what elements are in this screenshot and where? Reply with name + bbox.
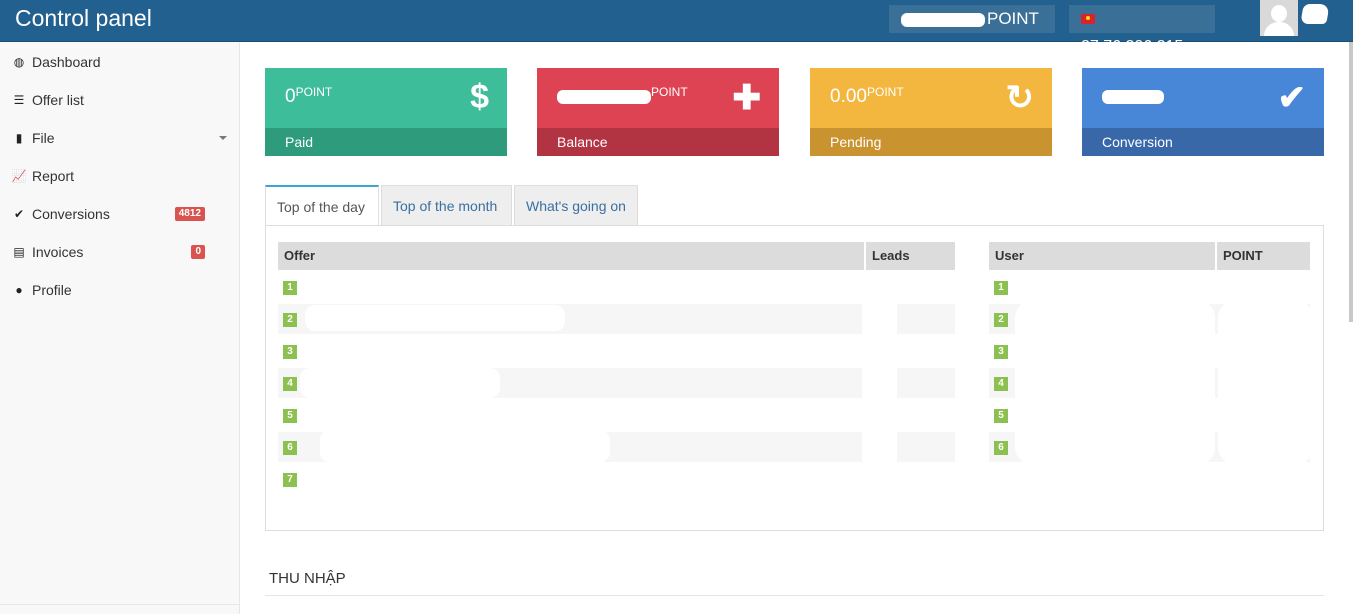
sidebar-item-label: Dashboard: [32, 54, 101, 70]
avatar-head: [1271, 5, 1287, 22]
sidebar-item-profile[interactable]: ● Profile: [0, 271, 239, 309]
dashboard-icon: ◍: [13, 55, 25, 69]
ip-address-text: 27.76.206.215: [1081, 38, 1184, 55]
rank-badge: 4: [283, 377, 297, 391]
redacted-value: [1102, 89, 1164, 104]
sidebar-item-conversions[interactable]: ✔ Conversions 4812: [0, 195, 239, 233]
redacted-offer: [300, 368, 500, 398]
redacted-username[interactable]: [1300, 4, 1330, 24]
ip-address: 27.76.206.215: [1069, 5, 1215, 55]
sidebar-item-file[interactable]: ▮ File: [0, 119, 239, 157]
vietnam-flag-icon: [1081, 13, 1095, 24]
card-top: POINT ✚: [537, 68, 779, 128]
sidebar-footer: [0, 604, 239, 614]
card-value: POINT: [557, 85, 688, 108]
avatar-body: [1264, 22, 1294, 36]
rank-badge: 6: [994, 441, 1008, 455]
user-column-header[interactable]: User: [989, 242, 1215, 270]
line-chart-icon: 📈: [11, 169, 27, 183]
list-icon: ☰: [13, 93, 25, 107]
check-icon: ✔: [1277, 79, 1307, 117]
redacted-value: [557, 89, 651, 104]
sidebar-item-offer-list[interactable]: ☰ Offer list: [0, 81, 239, 119]
tab-whats-going-on[interactable]: What's going on: [514, 185, 638, 225]
invoices-count-badge: 0: [191, 245, 205, 259]
redacted-points: [1218, 300, 1313, 465]
tab-top-of-the-day[interactable]: Top of the day: [265, 185, 379, 225]
sidebar-item-invoices[interactable]: ▤ Invoices 0: [0, 233, 239, 271]
conversions-count-badge: 4812: [174, 207, 205, 221]
refresh-icon: ↻: [1005, 79, 1035, 117]
rank-badge: 3: [283, 345, 297, 359]
caret-down-icon: [219, 136, 227, 140]
sidebar-item-label: Conversions: [32, 206, 110, 222]
top-navbar: Control panel POINT 27.76.206.215: [0, 0, 1353, 55]
sidebar-item-label: Profile: [32, 282, 72, 298]
sidebar-item-label: File: [32, 130, 55, 146]
sidebar-item-label: Offer list: [32, 92, 84, 108]
sidebar-item-report[interactable]: 📈 Report: [0, 157, 239, 195]
pending-card[interactable]: 0.00POINT ↻ Pending: [810, 68, 1052, 156]
card-value: 0POINT: [285, 85, 333, 107]
sidebar-item-label: Invoices: [32, 244, 84, 260]
dollar-icon: $: [470, 78, 489, 116]
rank-badge: 1: [994, 281, 1008, 295]
avatar[interactable]: [1260, 0, 1298, 36]
rank-badge: 6: [283, 441, 297, 455]
card-top: ✔: [1082, 68, 1324, 128]
card-label: Balance: [537, 128, 779, 156]
paid-card[interactable]: 0POINT $ Paid: [265, 68, 507, 156]
page-scrollbar[interactable]: [1349, 42, 1353, 322]
balance-card[interactable]: POINT ✚ Balance: [537, 68, 779, 156]
offer-column-header[interactable]: Offer: [278, 242, 864, 270]
conversion-card[interactable]: ✔ Conversion: [1082, 68, 1324, 156]
plus-icon: ✚: [732, 79, 762, 117]
file-icon: ▮: [15, 131, 23, 145]
card-top: 0.00POINT ↻: [810, 68, 1052, 128]
document-icon: ▤: [13, 245, 25, 259]
leads-column-header[interactable]: Leads: [866, 242, 955, 270]
tab-top-of-the-month[interactable]: Top of the month: [381, 185, 512, 225]
redacted-leads: [862, 300, 897, 465]
card-label: Pending: [810, 128, 1052, 156]
card-label: Conversion: [1082, 128, 1324, 156]
rank-badge: 2: [994, 313, 1008, 327]
redacted-value: [901, 12, 985, 27]
redacted-offer: [305, 305, 565, 331]
card-value: 0.00POINT: [830, 85, 904, 107]
income-section-title: THU NHẬP: [269, 570, 346, 587]
rank-badge: 1: [283, 281, 297, 295]
sidebar: ◍ Dashboard ☰ Offer list ▮ File 📈 Report…: [0, 42, 240, 614]
redacted-offer: [320, 430, 610, 462]
rank-badge: 3: [994, 345, 1008, 359]
check-icon: ✔: [13, 207, 25, 221]
rank-badge: 4: [994, 377, 1008, 391]
rank-badge: 2: [283, 313, 297, 327]
points-balance[interactable]: POINT: [889, 5, 1055, 33]
point-column-header[interactable]: POINT: [1217, 242, 1310, 270]
card-top: 0POINT $: [265, 68, 507, 128]
redacted-users: [1015, 300, 1215, 465]
section-divider: [265, 595, 1324, 596]
rank-badge: 5: [994, 409, 1008, 423]
sidebar-item-label: Report: [32, 168, 75, 184]
points-unit: POINT: [987, 9, 1039, 28]
app-title[interactable]: Control panel: [15, 5, 152, 32]
user-icon: ●: [15, 283, 23, 297]
card-value: [1102, 86, 1164, 108]
sidebar-item-dashboard[interactable]: ◍ Dashboard: [0, 43, 239, 81]
rank-badge: 5: [283, 409, 297, 423]
card-label: Paid: [265, 128, 507, 156]
rank-badge: 7: [283, 473, 297, 487]
